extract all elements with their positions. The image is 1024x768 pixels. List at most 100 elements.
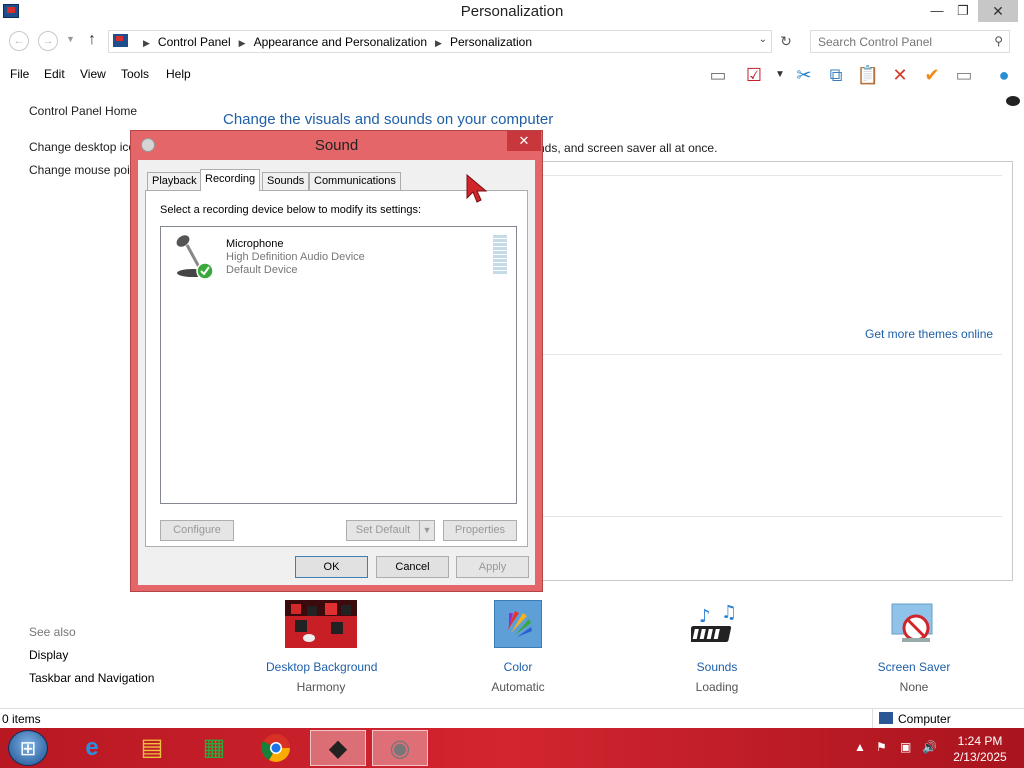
copy-icon[interactable]: ⧉ [824,63,848,87]
mouse-icon [1006,96,1020,106]
breadcrumb-appearance[interactable]: Appearance and Personalization [254,35,427,49]
refresh-icon[interactable]: ↻ [776,31,796,51]
status-bar: 0 items Computer [0,708,1024,729]
desktop-background-thumbnail[interactable] [285,600,357,648]
svg-text:♫: ♫ [721,602,737,623]
layout-pane-icon[interactable]: ▭ [706,63,730,87]
cancel-button[interactable]: Cancel [376,556,449,578]
color-swatch-icon[interactable] [494,600,542,648]
window-title-bar: Personalization — ❐ ✕ [0,0,1024,24]
clock[interactable]: 1:24 PM 2/13/2025 [950,733,1010,765]
ok-button[interactable]: OK [295,556,368,578]
chevron-right-icon[interactable]: ▶ [239,38,246,48]
setting-sounds[interactable]: ♪ ♫ Sounds Loading [680,600,754,694]
paste-icon[interactable]: 📋 [856,63,880,87]
up-arrow-icon[interactable]: ↑ [88,31,96,49]
instruction-text: Select a recording device below to modif… [160,204,422,216]
menu-edit[interactable]: Edit [44,67,65,81]
chevron-down-icon[interactable]: ▼ [419,520,435,541]
tab-playback[interactable]: Playback [147,172,202,191]
setting-value: Harmony [296,680,346,694]
page-title: Change the visuals and sounds on your co… [223,111,554,128]
screen-saver-icon[interactable] [888,600,940,648]
tab-sounds[interactable]: Sounds [262,172,310,191]
taskbar-navigation-link[interactable]: Taskbar and Navigation [29,671,154,685]
breadcrumb-personalization[interactable]: Personalization [450,35,532,49]
setting-label[interactable]: Screen Saver [876,660,952,674]
recent-locations-chevron-icon[interactable]: ▼ [66,34,75,44]
dialog-title: Sound [314,137,359,154]
forward-button[interactable]: → [38,31,58,51]
get-more-themes-link[interactable]: Get more themes online [865,327,993,341]
svg-text:♪: ♪ [699,606,711,627]
zone-indicator: Computer [872,709,1024,729]
search-input[interactable] [811,31,981,52]
rename-icon[interactable]: ▭ [952,63,976,87]
device-name: Microphone [226,238,284,250]
menu-view[interactable]: View [80,67,106,81]
display-link[interactable]: Display [29,648,68,662]
set-default-button[interactable]: Set Default [346,520,420,541]
back-button[interactable]: ← [9,31,29,51]
control-panel-icon [113,34,128,47]
sound-app-icon[interactable]: ◉ [372,730,428,766]
delete-x-icon[interactable]: ✕ [888,63,912,87]
chevron-down-icon[interactable]: ⌄ [759,34,767,45]
file-explorer-icon[interactable]: ▤ [124,730,180,766]
chevron-right-icon[interactable]: ▶ [435,38,442,48]
flag-icon[interactable]: ⚑ [876,740,887,754]
change-desktop-icons-link[interactable]: Change desktop ico [29,140,135,154]
device-list[interactable]: Microphone High Definition Audio Device … [160,226,517,504]
globe-icon[interactable]: ● [992,63,1016,87]
maximize-button[interactable]: ❐ [948,0,978,22]
store-icon[interactable]: ▦ [186,730,242,766]
tab-recording[interactable]: Recording [200,169,261,191]
search-icon[interactable]: ⚲ [994,34,1003,48]
app-icon[interactable]: ◆ [310,730,366,766]
menu-tools[interactable]: Tools [121,67,149,81]
internet-explorer-icon[interactable]: e [64,730,120,766]
chevron-down-icon[interactable]: ▼ [768,63,792,87]
setting-screen-saver[interactable]: Screen Saver None [876,600,952,694]
apply-button[interactable]: Apply [456,556,529,578]
properties-button[interactable]: Properties [443,520,517,541]
search-box[interactable]: ⚲ [810,30,1010,53]
start-button[interactable] [8,730,48,766]
setting-color[interactable]: Color Automatic [484,600,552,694]
breadcrumb-control-panel[interactable]: Control Panel [158,35,231,49]
dialog-body: Playback Recording Sounds Communications… [138,160,535,585]
clock-date: 2/13/2025 [953,750,1007,764]
show-hidden-icons-chevron-icon[interactable]: ▲ [854,740,866,754]
tab-communications[interactable]: Communications [309,172,401,191]
checkmark-icon[interactable]: ✔ [920,63,944,87]
scissors-icon[interactable]: ✂ [792,63,816,87]
configure-button[interactable]: Configure [160,520,234,541]
checkbox-icon[interactable]: ☑ [742,63,766,87]
setting-label[interactable]: Color [484,660,552,674]
change-mouse-pointers-link[interactable]: Change mouse poi [29,163,130,177]
dialog-close-button[interactable]: ✕ [507,131,541,151]
microphone-icon [169,233,217,281]
volume-icon[interactable]: 🔊 [922,740,937,754]
setting-label[interactable]: Desktop Background [266,660,377,674]
item-count: 0 items [2,712,41,726]
dialog-title-bar[interactable]: Sound [131,131,542,159]
recording-tab-panel: Select a recording device below to modif… [145,190,528,547]
setting-desktop-background[interactable]: Desktop Background Harmony [266,600,377,694]
network-icon[interactable]: ▣ [900,740,911,754]
device-description: High Definition Audio Device [226,251,365,263]
clock-time: 1:24 PM [957,734,1003,748]
control-panel-home-link[interactable]: Control Panel Home [29,104,137,118]
chevron-right-icon[interactable]: ▶ [143,38,150,48]
setting-label[interactable]: Sounds [680,660,754,674]
chrome-icon[interactable] [248,730,304,766]
menu-help[interactable]: Help [166,67,191,81]
list-item[interactable]: Microphone High Definition Audio Device … [165,231,512,281]
cursor-icon [466,174,488,203]
music-notes-icon[interactable]: ♪ ♫ [688,600,743,648]
setting-value: None [899,680,929,694]
menu-file[interactable]: File [10,67,29,81]
close-button[interactable]: ✕ [978,0,1018,22]
breadcrumb[interactable]: ▶ Control Panel ▶ Appearance and Personaliz… [108,30,772,53]
see-also-heading: See also [29,625,76,639]
